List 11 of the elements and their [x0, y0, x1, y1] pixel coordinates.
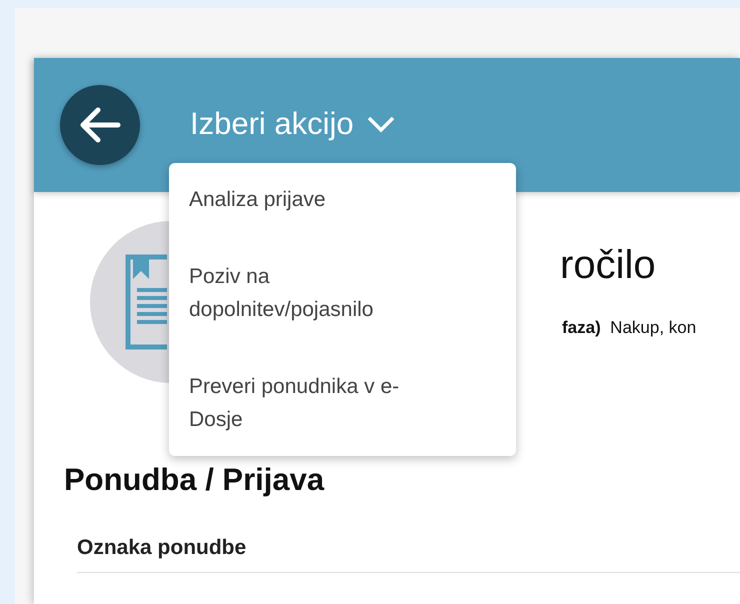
section-heading: Ponudba / Prijava — [64, 462, 326, 498]
menu-item[interactable]: Preveri ponudnika v e-Dosje — [169, 370, 449, 436]
document-icon — [125, 254, 167, 350]
menu-item[interactable]: Analiza prijave — [169, 183, 449, 216]
chevron-down-icon — [366, 114, 396, 134]
menu-item[interactable]: Poziv na dopolnitev/pojasnilo — [169, 260, 449, 326]
back-button[interactable] — [60, 85, 140, 165]
tender-subtitle: faza) Nakup, kon — [562, 318, 696, 338]
tender-title: ročilo — [560, 242, 657, 288]
back-arrow-icon — [78, 105, 122, 145]
field-label: Oznaka ponudbe — [77, 536, 740, 573]
